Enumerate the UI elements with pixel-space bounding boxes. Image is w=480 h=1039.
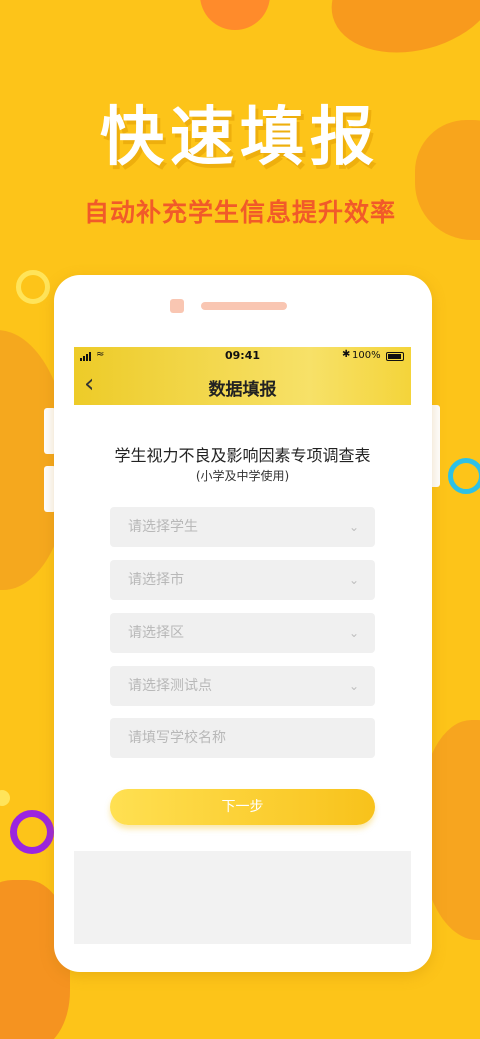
select-student[interactable]: 请选择学生 ⌄	[110, 507, 375, 547]
chevron-down-icon: ⌄	[348, 626, 359, 640]
status-bar: ≈ 09:41 ✱ 100%	[74, 347, 411, 365]
decor-dot	[0, 790, 10, 806]
promo-headline: 快速填报	[100, 101, 380, 175]
decor-ring	[448, 458, 480, 494]
page-title: 数据填报	[208, 380, 277, 400]
phone-mockup: ≈ 09:41 ✱ 100% ‹ 数据填报 学生视力不良及影响因素专项调查表 (…	[54, 275, 432, 972]
form-panel: 学生视力不良及影响因素专项调查表 (小学及中学使用) 请选择学生 ⌄ 请选择市 …	[74, 405, 411, 851]
battery-percent: 100%	[352, 350, 381, 361]
chevron-down-icon: ⌄	[348, 679, 359, 693]
bluetooth-icon: ✱	[342, 349, 351, 360]
decor-ring	[16, 270, 50, 304]
form-title: 学生视力不良及影响因素专项调查表	[114, 446, 371, 465]
school-name-placeholder: 请填写学校名称	[128, 730, 226, 746]
select-district[interactable]: 请选择区 ⌄	[110, 613, 375, 653]
select-city[interactable]: 请选择市 ⌄	[110, 560, 375, 600]
form-subtitle: (小学及中学使用)	[195, 469, 290, 483]
select-city-placeholder: 请选择市	[128, 572, 184, 588]
select-district-placeholder: 请选择区	[128, 625, 184, 641]
phone-speaker	[201, 302, 287, 310]
select-student-placeholder: 请选择学生	[128, 519, 198, 535]
promo-subheadline: 自动补充学生信息提升效率	[83, 198, 396, 227]
phone-screen: ≈ 09:41 ✱ 100% ‹ 数据填报 学生视力不良及影响因素专项调查表 (…	[74, 347, 411, 944]
decor-blob	[200, 0, 270, 30]
chevron-down-icon: ⌄	[348, 520, 359, 534]
select-test-site-placeholder: 请选择测试点	[128, 678, 212, 694]
school-name-field[interactable]: 请填写学校名称	[110, 718, 375, 758]
phone-camera	[170, 299, 184, 313]
next-step-button[interactable]: 下一步	[110, 789, 375, 825]
app-header: ≈ 09:41 ✱ 100% ‹ 数据填报	[74, 347, 411, 405]
select-test-site[interactable]: 请选择测试点 ⌄	[110, 666, 375, 706]
battery-icon	[386, 352, 404, 361]
decor-ring	[10, 810, 54, 854]
chevron-down-icon: ⌄	[348, 573, 359, 587]
decor-blob	[318, 0, 480, 71]
